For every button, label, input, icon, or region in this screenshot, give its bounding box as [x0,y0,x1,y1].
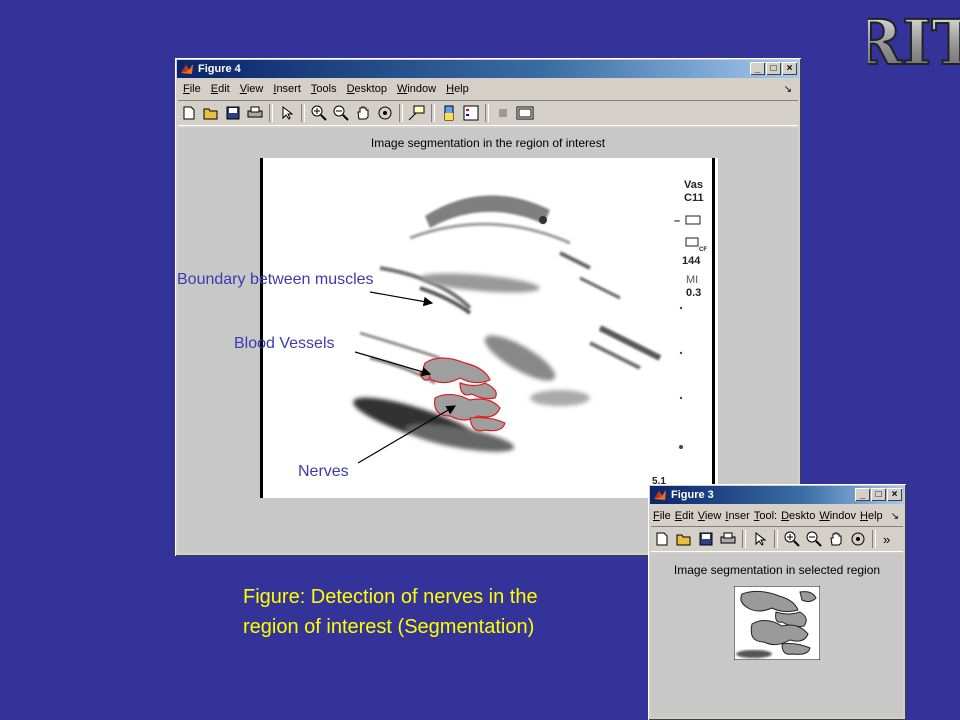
menu-tools[interactable]: Tool: [752,510,779,522]
menu-edit[interactable]: Edit [673,510,696,522]
figure3-title: Figure 3 [671,489,714,501]
figure3-titlebar[interactable]: Figure 3 _ □ × [650,486,904,504]
plot-title: Image segmentation in selected region [673,563,881,577]
matlab-icon [654,490,666,500]
pointer-icon[interactable] [751,530,769,548]
zoom-in-icon[interactable] [783,530,801,548]
caption-line-2: region of interest (Segmentation) [243,616,535,638]
print-icon[interactable] [719,530,737,548]
arrow-blood-vessels [354,351,432,377]
caption-line-1: Figure: Detection of nerves in the [243,586,538,608]
segmented-region-image [734,586,820,660]
menu-help[interactable]: Help [858,510,885,522]
menu-file[interactable]: File [651,510,673,522]
menu-window[interactable]: Windov [817,510,858,522]
figure3-window: Figure 3 _ □ × File Edit View Inser Tool… [648,484,906,720]
maximize-button[interactable]: □ [871,488,886,501]
figure3-canvas: Image segmentation in selected region [651,553,903,717]
rotate-3d-icon[interactable] [849,530,867,548]
toolbar-overflow-icon[interactable]: » [883,532,890,547]
arrow-boundary [369,291,434,307]
dock-arrow-icon[interactable]: ↘ [891,511,899,522]
arrow-nerves [357,405,457,464]
minimize-button[interactable]: _ [855,488,870,501]
menu-insert[interactable]: Inser [723,510,751,522]
figure3-toolbar: » [651,526,903,552]
new-figure-icon[interactable] [653,530,671,548]
pan-hand-icon[interactable] [827,530,845,548]
figure-caption: Figure: Detection of nerves in the regio… [243,582,538,642]
open-file-icon[interactable] [675,530,693,548]
zoom-out-icon[interactable] [805,530,823,548]
figure3-menubar: File Edit View Inser Tool: Deskto Windov… [651,507,903,525]
menu-desktop[interactable]: Deskto [779,510,817,522]
menu-view[interactable]: View [696,510,724,522]
close-button[interactable]: × [887,488,902,501]
save-icon[interactable] [697,530,715,548]
